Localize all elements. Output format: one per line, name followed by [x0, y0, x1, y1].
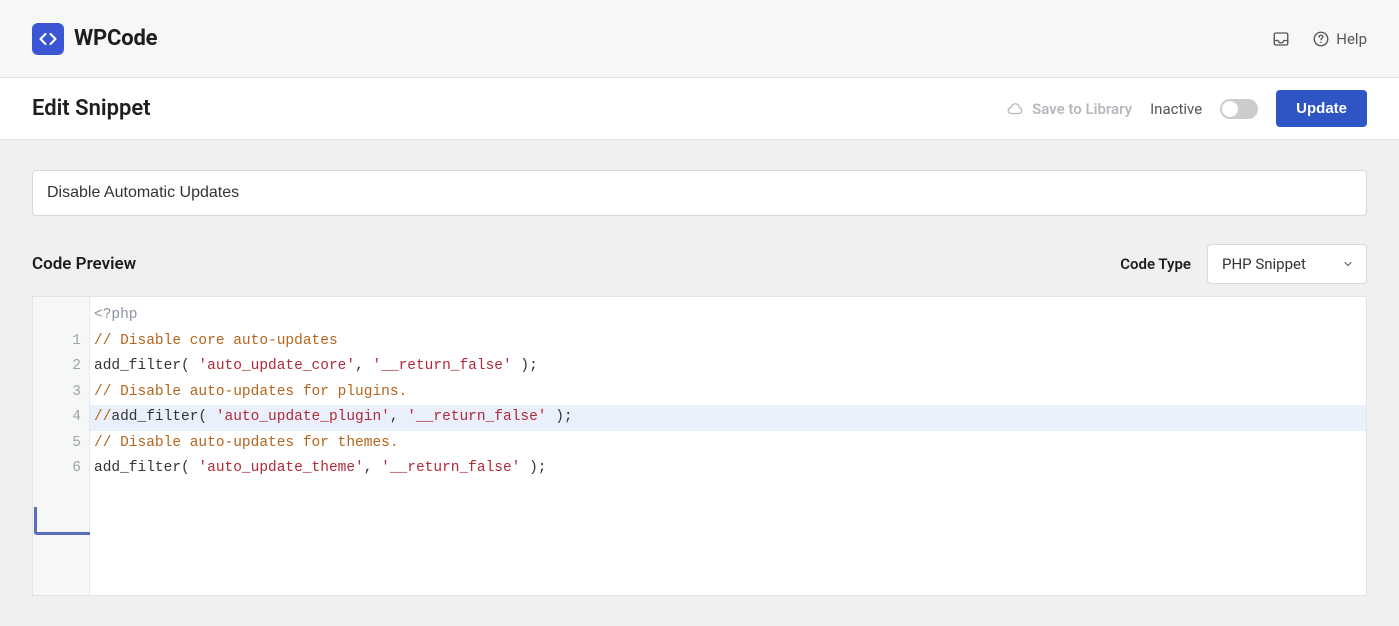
top-header: WPCode Help [0, 0, 1399, 78]
help-icon [1312, 30, 1330, 48]
cloud-icon [1006, 100, 1024, 118]
brand-name: WPCode [74, 26, 157, 51]
code-type-value: PHP Snippet [1222, 255, 1306, 273]
code-type-label: Code Type [1120, 255, 1191, 273]
preview-header-row: Code Preview Code Type PHP Snippet [32, 244, 1367, 284]
code-line: // Disable auto-updates for themes. [90, 431, 1366, 457]
code-body[interactable]: <?php// Disable core auto-updatesadd_fil… [90, 297, 1366, 595]
page-title: Edit Snippet [32, 96, 151, 121]
content-area: Code Preview Code Type PHP Snippet 1 2 3… [0, 140, 1399, 626]
line-number: 1 [33, 329, 89, 355]
code-preview-label: Code Preview [32, 254, 136, 274]
code-line: //add_filter( 'auto_update_plugin', '__r… [90, 405, 1366, 431]
save-to-library-button[interactable]: Save to Library [1006, 100, 1132, 118]
code-type-select[interactable]: PHP Snippet [1207, 244, 1367, 284]
snippet-title-input[interactable] [32, 170, 1367, 216]
inbox-icon [1272, 30, 1290, 48]
line-number [33, 303, 89, 329]
code-line: add_filter( 'auto_update_theme', '__retu… [90, 456, 1366, 482]
help-button[interactable]: Help [1312, 30, 1367, 48]
line-number: 6 [33, 456, 89, 482]
update-button[interactable]: Update [1276, 90, 1367, 127]
code-line: add_filter( 'auto_update_core', '__retur… [90, 354, 1366, 380]
code-line: <?php [90, 303, 1366, 329]
help-label: Help [1336, 30, 1367, 48]
brand-icon [32, 23, 64, 55]
code-editor[interactable]: 1 2 3 4 5 6 <?php// Disable core auto-up… [32, 296, 1367, 596]
line-number: 5 [33, 431, 89, 457]
top-right-actions: Help [1272, 30, 1367, 48]
action-bar-right: Save to Library Inactive Update [1006, 90, 1367, 127]
code-type-wrap: Code Type PHP Snippet [1120, 244, 1367, 284]
chevron-down-icon [1342, 258, 1354, 270]
action-bar: Edit Snippet Save to Library Inactive Up… [0, 78, 1399, 140]
status-label: Inactive [1150, 100, 1202, 118]
brand-logo: WPCode [32, 23, 157, 55]
code-line: // Disable auto-updates for plugins. [90, 380, 1366, 406]
save-library-label: Save to Library [1032, 100, 1132, 118]
line-number-gutter: 1 2 3 4 5 6 [33, 297, 90, 595]
active-toggle[interactable] [1220, 99, 1258, 119]
line-number: 2 [33, 354, 89, 380]
code-line: // Disable core auto-updates [90, 329, 1366, 355]
notifications-button[interactable] [1272, 30, 1290, 48]
line-number: 4 [33, 405, 89, 431]
line-number: 3 [33, 380, 89, 406]
